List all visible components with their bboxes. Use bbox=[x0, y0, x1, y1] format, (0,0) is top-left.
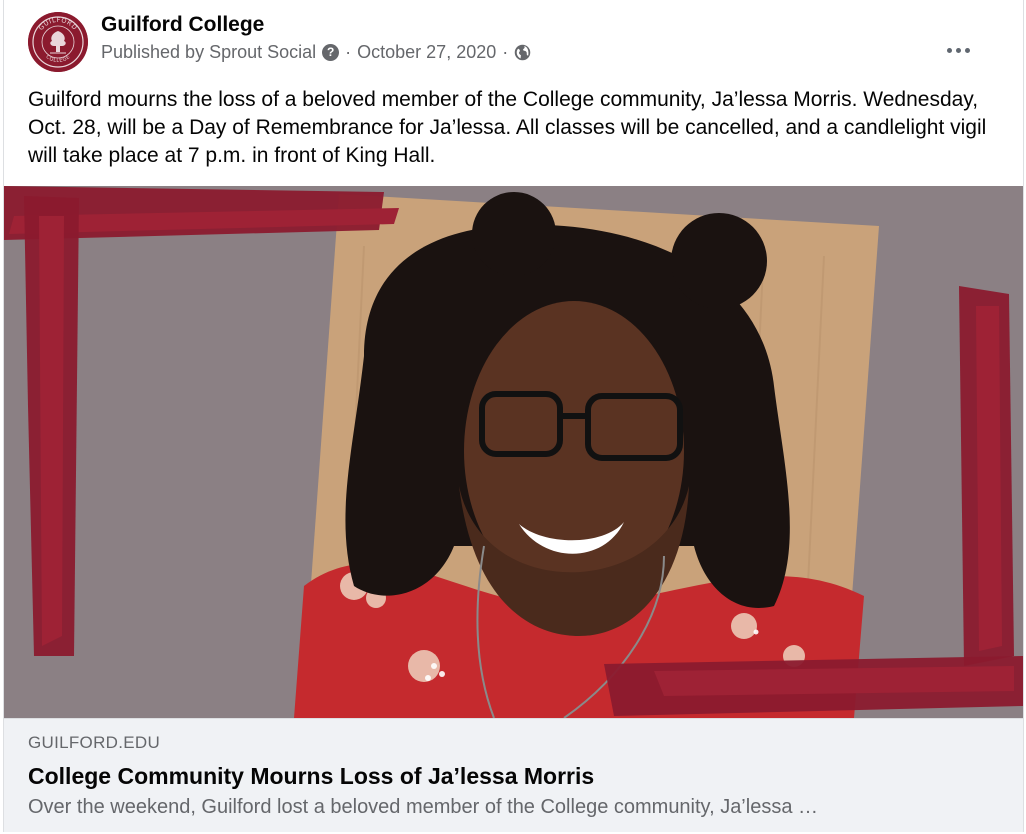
post-date[interactable]: October 27, 2020 bbox=[357, 42, 496, 63]
post-header: GUILFORD COLLEGE Guilford College Publis… bbox=[28, 12, 998, 72]
guilford-seal-logo: GUILFORD COLLEGE bbox=[28, 12, 88, 72]
link-description: Over the weekend, Guilford lost a belove… bbox=[28, 796, 818, 818]
more-options-icon[interactable] bbox=[940, 38, 976, 62]
link-preview[interactable]: GUILFORD.EDU College Community Mourns Lo… bbox=[4, 718, 1023, 832]
post-text: Guilford mourns the loss of a beloved me… bbox=[28, 88, 987, 167]
memorial-photo bbox=[4, 186, 1023, 718]
globe-icon[interactable] bbox=[514, 44, 531, 61]
link-domain: GUILFORD.EDU bbox=[28, 733, 161, 752]
link-title[interactable]: College Community Mourns Loss of Ja’less… bbox=[28, 763, 594, 790]
post-image[interactable] bbox=[4, 186, 1023, 718]
help-icon[interactable]: ? bbox=[322, 44, 340, 61]
meta-separator: · bbox=[345, 42, 352, 62]
page-avatar[interactable]: GUILFORD COLLEGE bbox=[28, 12, 88, 72]
post-meta: Published by Sprout Social ? · October 2… bbox=[101, 42, 531, 63]
facebook-post: GUILFORD COLLEGE Guilford College Publis… bbox=[3, 0, 1024, 832]
more-dot bbox=[955, 47, 961, 53]
meta-separator: · bbox=[502, 42, 509, 62]
more-dot bbox=[964, 47, 970, 53]
more-dot bbox=[946, 47, 952, 53]
published-by-label: Published by Sprout Social bbox=[101, 42, 317, 62]
page-name[interactable]: Guilford College bbox=[101, 13, 264, 37]
